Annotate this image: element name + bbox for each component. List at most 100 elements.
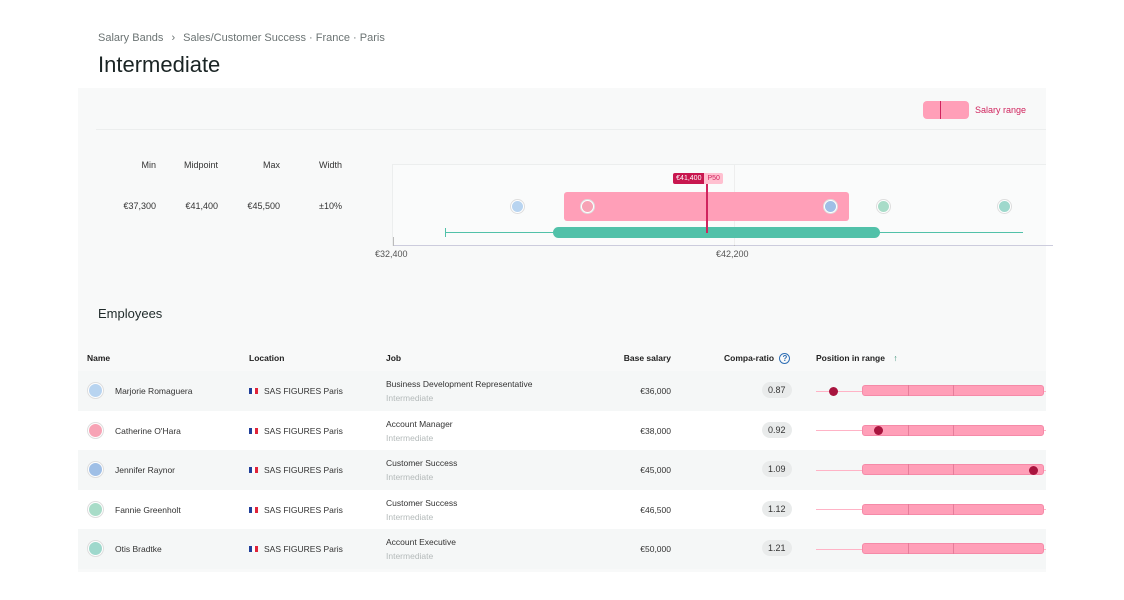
compa-ratio-badge: 1.12 — [762, 500, 792, 517]
france-flag-icon — [249, 388, 258, 394]
base-salary: €46,500 — [640, 504, 671, 515]
range-tick — [908, 424, 909, 436]
avatar — [88, 541, 103, 557]
help-icon[interactable]: ? — [779, 353, 791, 364]
axis-line — [393, 245, 1053, 246]
percentile-label: P50 — [704, 173, 723, 184]
col-position-in-range[interactable]: Position in range ↑ — [816, 353, 898, 363]
table-row[interactable]: Marjorie Romaguera SAS FIGURES Paris Bus… — [78, 371, 1046, 411]
employee-name[interactable]: Fannie Greenholt — [115, 505, 181, 515]
table-row[interactable]: Fannie Greenholt SAS FIGURES Paris Custo… — [78, 489, 1046, 530]
table-row[interactable]: Otis Bradtke SAS FIGURES Paris Account E… — [78, 529, 1046, 569]
col-compa-ratio[interactable]: Compa-ratio ? — [724, 353, 791, 364]
france-flag-icon — [249, 506, 258, 513]
employee-name[interactable]: Marjorie Romaguera — [115, 386, 192, 396]
base-salary: €36,000 — [640, 386, 671, 396]
base-salary: €45,000 — [640, 465, 671, 476]
stat-min-label: Min — [141, 160, 156, 170]
avatar — [88, 501, 103, 517]
employee-avatar[interactable] — [511, 200, 525, 213]
stat-width-label: Width — [318, 160, 342, 170]
position-dot — [873, 426, 883, 436]
market-range-box — [553, 227, 881, 238]
col-name[interactable]: Name — [87, 353, 110, 363]
whisker-cap — [445, 228, 447, 237]
range-tick — [908, 464, 909, 476]
range-tick — [953, 424, 954, 436]
legend-salary-range: Salary range — [974, 105, 1026, 115]
range-tick — [953, 464, 954, 476]
legend: Salary range — [922, 101, 1026, 119]
breadcrumb-separator: › — [171, 32, 176, 44]
axis-label: €42,200 — [716, 249, 749, 259]
compa-ratio-badge: 0.87 — [762, 382, 792, 398]
employee-avatar[interactable] — [876, 200, 890, 213]
job-level: Intermediate — [386, 551, 434, 562]
axis-tick — [393, 237, 394, 246]
base-salary: €38,000 — [640, 425, 671, 436]
range-tick — [953, 543, 954, 555]
job-level: Intermediate — [386, 472, 434, 483]
col-base-salary[interactable]: Base salary — [598, 353, 671, 363]
col-location[interactable]: Location — [249, 353, 284, 363]
col-position-label: Position in range — [816, 353, 885, 363]
france-flag-icon — [249, 427, 258, 434]
employee-avatar[interactable] — [998, 200, 1012, 213]
sort-arrow-up-icon[interactable]: ↑ — [893, 353, 897, 363]
job-title: Account Manager — [386, 418, 453, 429]
breadcrumb: Salary Bands › Sales/Customer Success · Fr… — [98, 32, 385, 44]
base-salary: €50,000 — [640, 544, 671, 555]
employee-name[interactable]: Otis Bradtke — [115, 544, 162, 554]
stat-max-label: Max — [262, 160, 280, 170]
stat-mid-value: €41,400 — [185, 201, 218, 211]
location: SAS FIGURES Paris — [264, 425, 343, 436]
midpoint-value: €41,400 — [673, 173, 705, 184]
employee-name[interactable]: Catherine O'Hara — [115, 426, 181, 436]
compa-ratio-badge: 1.09 — [762, 461, 792, 478]
range-tick — [953, 503, 954, 515]
table-row[interactable]: Catherine O'Hara SAS FIGURES Paris Accou… — [78, 410, 1046, 451]
compa-ratio-badge: 1.21 — [762, 540, 792, 557]
breadcrumb-path: Sales/Customer Success · France · Paris — [183, 32, 385, 44]
avatar — [88, 383, 103, 398]
job-title: Business Development Representative — [386, 379, 533, 389]
job-title: Customer Success — [386, 458, 458, 469]
divider — [96, 129, 1046, 130]
table-row[interactable]: Jennifer Raynor SAS FIGURES Paris Custom… — [78, 450, 1046, 490]
range-tick — [953, 385, 954, 396]
job-title: Customer Success — [386, 497, 458, 508]
stat-min-value: €37,300 — [123, 201, 156, 211]
position-dot — [1028, 465, 1038, 475]
location: SAS FIGURES Paris — [264, 504, 343, 515]
job-level: Intermediate — [386, 393, 434, 403]
page-title: Intermediate — [98, 52, 221, 77]
france-flag-icon — [249, 546, 258, 553]
job-level: Intermediate — [386, 511, 434, 522]
stat-max-value: €45,500 — [247, 201, 280, 211]
job-title: Account Executive — [386, 537, 456, 548]
col-job[interactable]: Job — [386, 353, 401, 363]
location: SAS FIGURES Paris — [264, 386, 343, 396]
breadcrumb-root[interactable]: Salary Bands — [98, 32, 163, 44]
employee-avatar[interactable] — [580, 200, 594, 213]
col-compa-label: Compa-ratio — [724, 353, 775, 363]
range-tick — [908, 503, 909, 515]
employee-name[interactable]: Jennifer Raynor — [115, 465, 175, 475]
compa-ratio-badge: 0.92 — [762, 421, 792, 438]
employees-heading: Employees — [98, 306, 163, 321]
stat-width-value: ±10% — [319, 201, 342, 211]
avatar — [88, 422, 103, 438]
axis-label: €32,400 — [375, 249, 408, 259]
france-flag-icon — [249, 467, 258, 474]
salary-band-panel: Salary range Min Midpoint Max Width €37,… — [78, 88, 1053, 572]
location: SAS FIGURES Paris — [264, 465, 343, 476]
location: SAS FIGURES Paris — [264, 544, 343, 555]
legend-swatch — [922, 101, 969, 119]
midpoint-label: €41,400 P50 — [673, 173, 723, 184]
avatar — [88, 462, 103, 478]
stat-mid-label: Midpoint — [183, 160, 218, 170]
range-tick — [908, 543, 909, 555]
job-level: Intermediate — [386, 432, 434, 443]
position-dot — [829, 386, 839, 396]
range-tick — [908, 385, 909, 396]
